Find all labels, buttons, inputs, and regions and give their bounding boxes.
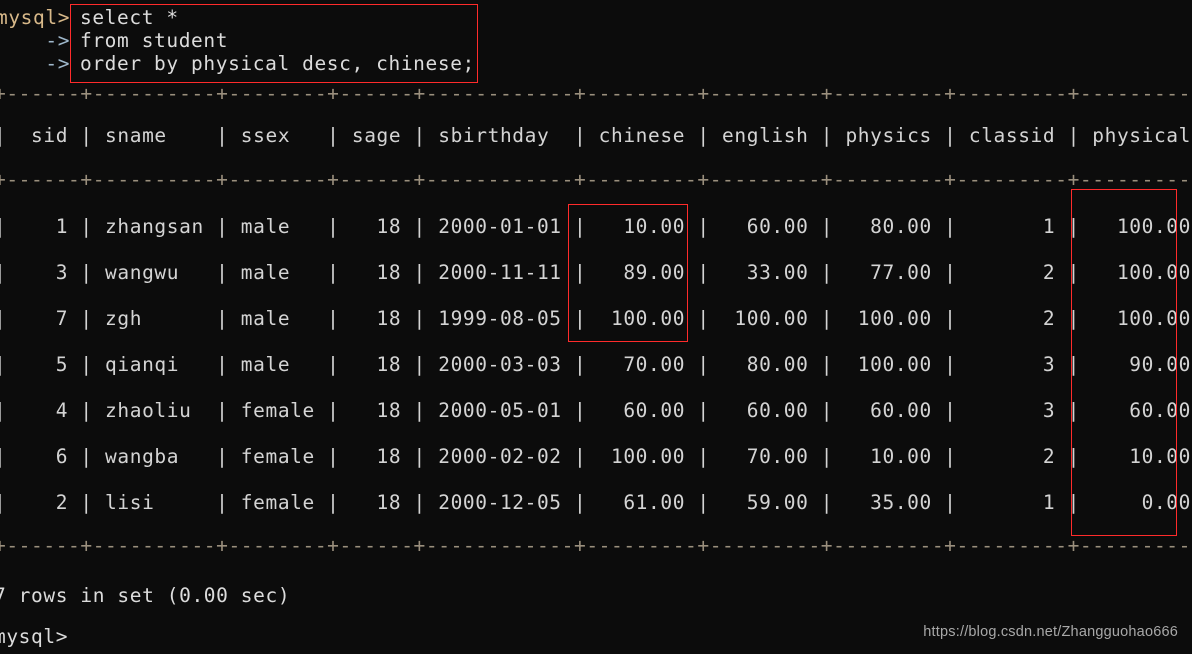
prompt-line-2: -> <box>0 29 70 52</box>
table-rule-top: +------+----------+--------+------+-----… <box>0 82 1192 105</box>
table-rule-header: +------+----------+--------+------+-----… <box>0 168 1192 191</box>
mysql-terminal-window: mysql> -> -> select * from student order… <box>0 0 1192 654</box>
watermark-url: https://blog.csdn.net/Zhangguohao666 <box>923 624 1178 640</box>
sql-line-select: select * <box>80 6 179 29</box>
continuation-prompt-2: -> <box>0 52 71 75</box>
table-row: | 4 | zhaoliu | female | 18 | 2000-05-01… <box>0 399 1192 422</box>
prompt-line-3: -> <box>0 52 70 75</box>
prompt-line-1: mysql> <box>0 6 70 29</box>
table-rule-bottom: +------+----------+--------+------+-----… <box>0 534 1192 557</box>
table-header-row: | sid | sname | ssex | sage | sbirthday … <box>0 124 1192 147</box>
rows-in-set-status: 7 rows in set (0.00 sec) <box>0 584 291 607</box>
table-row: | 7 | zgh | male | 18 | 1999-08-05 | 100… <box>0 307 1192 330</box>
mysql-prompt: mysql> <box>0 6 71 29</box>
table-row: | 6 | wangba | female | 18 | 2000-02-02 … <box>0 445 1192 468</box>
table-row: | 3 | wangwu | male | 18 | 2000-11-11 | … <box>0 261 1192 284</box>
sql-line-from: from student <box>80 29 229 52</box>
trailing-mysql-prompt: mysql> <box>0 625 69 648</box>
continuation-prompt-1: -> <box>0 29 71 52</box>
table-row: | 5 | qianqi | male | 18 | 2000-03-03 | … <box>0 353 1192 376</box>
table-row: | 2 | lisi | female | 18 | 2000-12-05 | … <box>0 491 1192 514</box>
sql-line-orderby: order by physical desc, chinese; <box>80 52 475 75</box>
table-row: | 1 | zhangsan | male | 18 | 2000-01-01 … <box>0 215 1192 238</box>
